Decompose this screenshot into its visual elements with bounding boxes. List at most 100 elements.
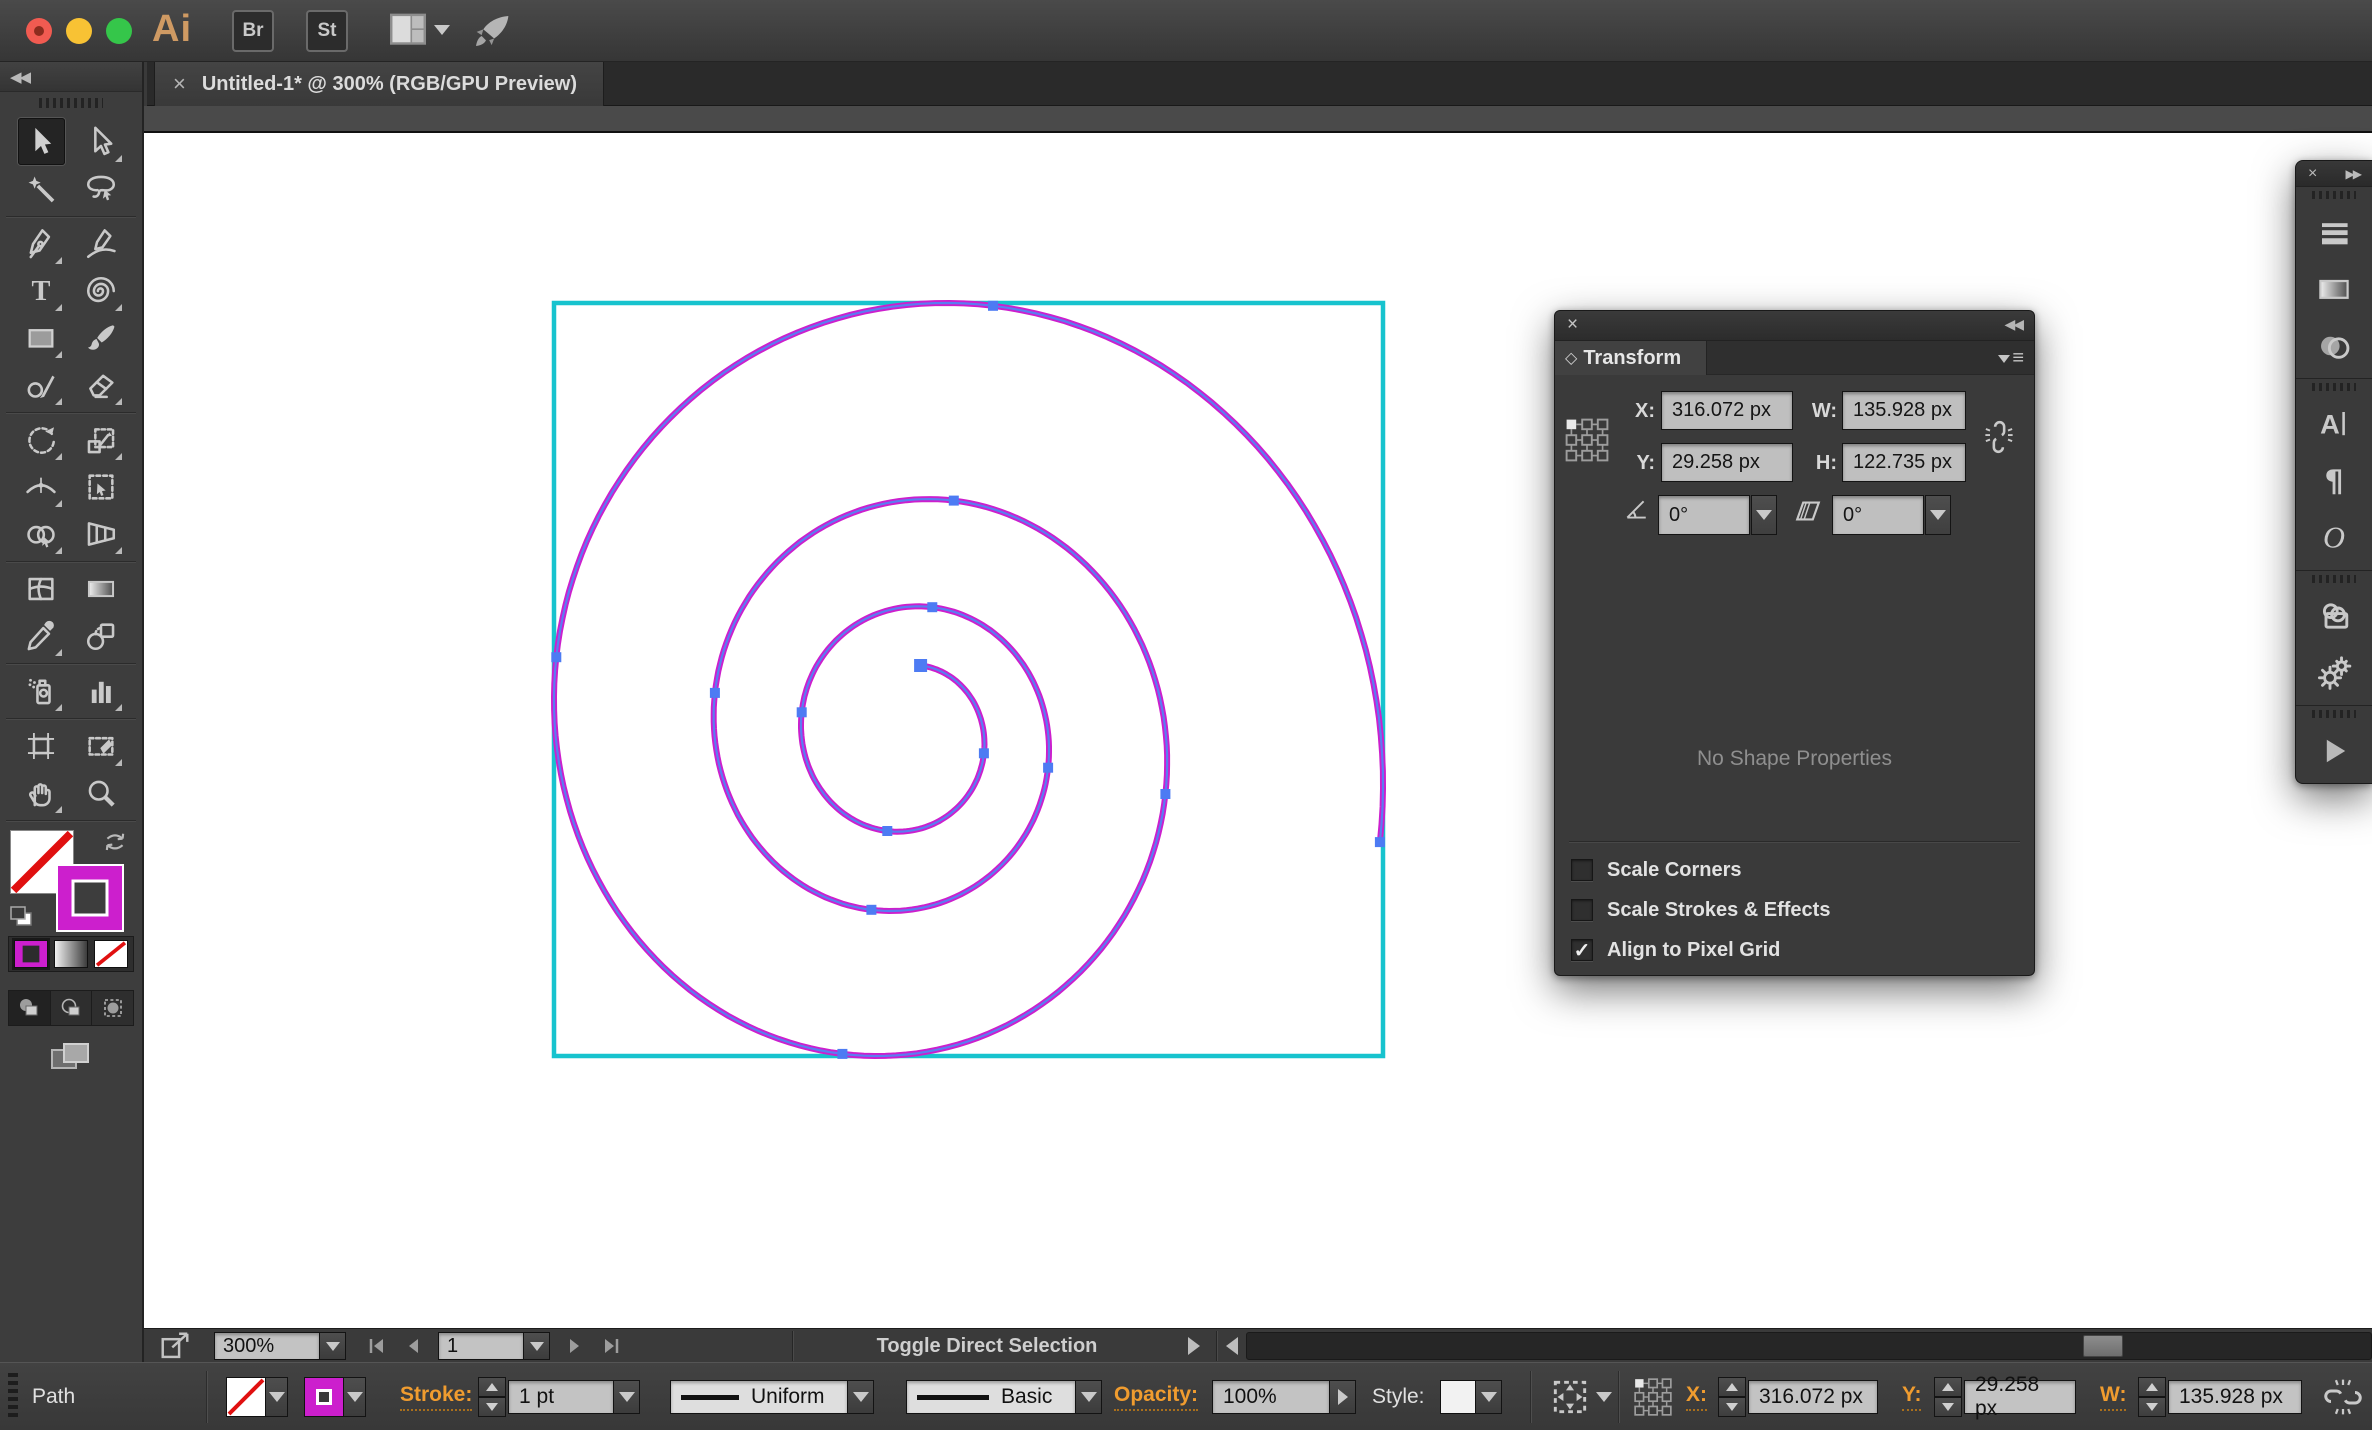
draw-behind-button[interactable] — [51, 991, 93, 1025]
character-panel-button[interactable]: A — [2296, 395, 2372, 452]
anchor-point[interactable] — [1160, 789, 1171, 799]
blend-tool[interactable] — [78, 612, 125, 659]
export-artboard-icon[interactable] — [158, 1329, 192, 1363]
checkbox-scale-corners[interactable]: Scale Corners — [1571, 857, 1742, 883]
checkbox-align-to-pixel-grid[interactable]: ✓ Align to Pixel Grid — [1571, 937, 1780, 963]
swap-fill-stroke-icon[interactable] — [102, 830, 128, 856]
stroke-color-swatch[interactable] — [304, 1377, 344, 1417]
dock-group-grip[interactable] — [2296, 706, 2372, 722]
w-stepper[interactable] — [2138, 1363, 2166, 1430]
canvas[interactable] — [144, 106, 2372, 1328]
selection-bounding-box[interactable] — [551, 300, 1386, 1059]
opentype-panel-button[interactable]: O — [2296, 509, 2372, 566]
column-graph-tool[interactable] — [78, 667, 125, 714]
gradient-tool[interactable] — [78, 565, 125, 612]
stroke-weight-dropdown[interactable] — [614, 1380, 640, 1414]
stock-button[interactable]: St — [306, 10, 348, 52]
anchor-point[interactable] — [1374, 837, 1385, 848]
paintbrush-tool[interactable] — [78, 314, 125, 361]
dock-group-grip[interactable] — [2296, 187, 2372, 203]
rotate-angle-dropdown[interactable] — [1751, 495, 1777, 535]
scale-tool[interactable] — [78, 416, 125, 463]
zoom-level-input[interactable]: 300% — [214, 1332, 320, 1360]
zoom-tool[interactable] — [78, 769, 125, 816]
next-artboard-icon[interactable] — [564, 1335, 586, 1357]
workspace-switcher-button[interactable] — [388, 12, 450, 48]
eraser-tool[interactable] — [78, 361, 125, 408]
y-stepper[interactable] — [1934, 1363, 1962, 1430]
anchor-point[interactable] — [796, 707, 807, 718]
dock-close-icon[interactable]: × — [2308, 165, 2317, 183]
graphic-styles-panel-button[interactable] — [2296, 644, 2372, 701]
tools-panel-grip[interactable] — [0, 92, 142, 114]
transform-panel-title-bar[interactable]: × ◀◀ — [1555, 311, 2034, 341]
actions-panel-button[interactable] — [2296, 722, 2372, 779]
status-tool-hint[interactable]: Toggle Direct Selection — [794, 1329, 1180, 1363]
last-artboard-icon[interactable] — [600, 1335, 622, 1357]
appearance-panel-button[interactable] — [2296, 587, 2372, 644]
constrain-wh-icon[interactable] — [2322, 1363, 2364, 1430]
tab-close-icon[interactable]: × — [173, 71, 186, 97]
draw-inside-button[interactable] — [92, 991, 133, 1025]
hand-tool[interactable] — [18, 769, 65, 816]
transparency-panel-button[interactable] — [2296, 317, 2372, 374]
fill-color-dropdown[interactable] — [266, 1377, 288, 1417]
eyedropper-tool[interactable] — [18, 612, 65, 659]
close-window-button[interactable] — [26, 18, 52, 44]
anchor-point[interactable] — [551, 652, 562, 663]
checkbox-scale-strokes-effects[interactable]: Scale Strokes & Effects — [1571, 897, 1830, 923]
magic-wand-tool[interactable] — [18, 165, 65, 212]
shear-angle-dropdown[interactable] — [1925, 495, 1951, 535]
x-stepper[interactable] — [1718, 1363, 1746, 1430]
style-dropdown[interactable] — [1476, 1380, 1502, 1414]
width-profile-select[interactable]: Uniform — [670, 1380, 848, 1414]
paragraph-panel-button[interactable]: ¶ — [2296, 452, 2372, 509]
anchor-point[interactable] — [927, 602, 938, 613]
width-tool[interactable] — [18, 463, 65, 510]
anchor-point[interactable] — [709, 687, 720, 698]
anchor-point[interactable] — [882, 826, 893, 836]
slice-tool[interactable] — [78, 722, 125, 769]
x-label[interactable]: X: — [1686, 1383, 1707, 1411]
bridge-button[interactable]: Br — [232, 10, 274, 52]
y-label[interactable]: Y: — [1902, 1383, 1922, 1411]
stroke-weight-stepper[interactable] — [478, 1363, 506, 1430]
tab-transform[interactable]: ◇ Transform — [1555, 341, 1707, 375]
dock-expand-icon[interactable]: ▶▶ — [2346, 167, 2363, 181]
w-input[interactable]: 135.928 px — [2168, 1380, 2302, 1414]
panel-close-icon[interactable]: × — [1567, 314, 1578, 336]
scrollbar-thumb[interactable] — [2083, 1335, 2123, 1357]
type-tool[interactable]: T — [18, 267, 65, 314]
opacity-input[interactable]: 100% — [1212, 1380, 1330, 1414]
dock-title-bar[interactable]: × ▶▶ — [2296, 161, 2372, 187]
y-input[interactable]: 29.258 px — [1964, 1373, 2076, 1420]
artboard-tool[interactable] — [18, 722, 65, 769]
constrain-proportions-icon[interactable] — [1981, 417, 2017, 457]
tools-panel-collapse[interactable]: ◀◀ — [0, 62, 142, 92]
default-fill-stroke-icon[interactable] — [8, 904, 34, 928]
dock-group-grip[interactable] — [2296, 379, 2372, 395]
none-button[interactable] — [94, 940, 128, 968]
artboard-number-input[interactable]: 1 — [438, 1332, 524, 1360]
brush-definition-select[interactable]: Basic — [906, 1380, 1076, 1414]
stroke-weight-input[interactable]: 1 pt — [508, 1380, 614, 1414]
shape-builder-tool[interactable] — [18, 510, 65, 557]
lasso-tool[interactable] — [78, 165, 125, 212]
width-profile-dropdown[interactable] — [848, 1380, 874, 1414]
gradient-button[interactable] — [54, 940, 88, 968]
selection-tool[interactable] — [17, 118, 65, 165]
checkbox-box[interactable] — [1571, 859, 1593, 881]
rotate-angle-input[interactable]: 0° — [1658, 495, 1750, 535]
mesh-tool[interactable] — [18, 565, 65, 612]
scrollbar-left-arrow-icon[interactable] — [1222, 1329, 1242, 1363]
draw-normal-button[interactable] — [9, 991, 51, 1025]
spiral-path[interactable] — [550, 299, 1387, 1060]
control-bar-grip[interactable] — [8, 1363, 18, 1430]
panel-cycle-icon[interactable]: ◇ — [1565, 348, 1577, 368]
checkbox-box[interactable]: ✓ — [1571, 939, 1593, 962]
document-tab[interactable]: × Untitled-1* @ 300% (RGB/GPU Preview) — [154, 62, 605, 106]
horizontal-scrollbar[interactable] — [1246, 1332, 2372, 1360]
w-label[interactable]: W: — [2100, 1383, 2127, 1411]
rotate-tool[interactable] — [18, 416, 65, 463]
opacity-panel-link[interactable]: Opacity: — [1114, 1383, 1199, 1411]
